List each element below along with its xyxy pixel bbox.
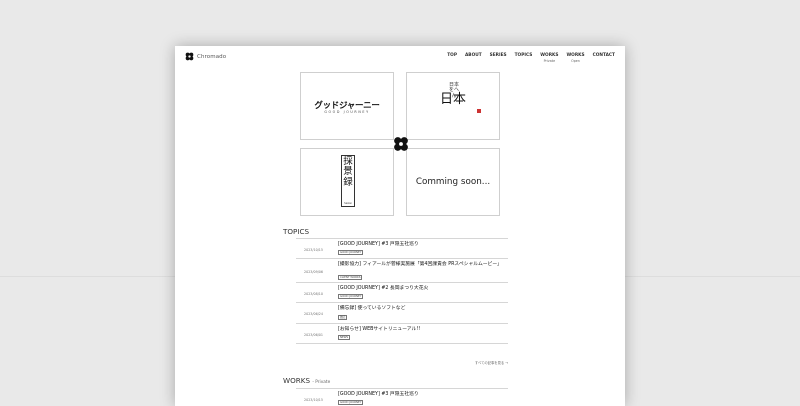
site-header: Chromado TOP ABOUT SERIES TOPICS WORKS Pr…	[175, 46, 625, 70]
website-preview: Chromado TOP ABOUT SERIES TOPICS WORKS Pr…	[175, 46, 625, 406]
view-all-topics-link[interactable]: すべての記事を見る →	[455, 360, 508, 365]
series-tile-saikei[interactable]: 採景録 Saikei	[300, 148, 394, 216]
item-title[interactable]: [GOOD JOURNEY] #2 長岡まつり大花火	[338, 286, 508, 292]
nav-works-open-sub: Open	[571, 58, 580, 63]
list-item[interactable]: 2023/10/15 [GOOD JOURNEY] #3 戸隠五社巡り GOOD…	[296, 388, 508, 406]
good-journey-logo-subtext: GOOD JOURNEY	[324, 110, 370, 114]
logo-text: Chromado	[197, 53, 227, 60]
nihon-logo-text: 日本	[440, 92, 467, 107]
item-title[interactable]: [備忘録] 使っているソフトなど	[338, 306, 508, 312]
topics-heading: TOPICS	[283, 227, 309, 236]
works-heading-text: WORKS	[283, 376, 311, 385]
item-title[interactable]: [お知らせ] WEBサイトリニューアル!!	[338, 327, 508, 333]
series-tile-nihon[interactable]: 日本をへん 日本	[406, 72, 500, 140]
item-date: 2023/06/24	[304, 312, 324, 316]
nav-works-private-sub: Private	[543, 58, 556, 63]
main-nav: TOP ABOUT SERIES TOPICS WORKS Private WOR…	[447, 53, 615, 63]
nav-about-label: ABOUT	[464, 53, 482, 58]
series-tiles: グッドジャーニー GOOD JOURNEY 日本をへん 日本 採景録 Saike…	[300, 72, 502, 218]
nav-topics[interactable]: TOPICS	[514, 53, 533, 59]
item-date: 2023/08/10	[304, 291, 324, 296]
item-tag[interactable]: 雑記	[338, 314, 348, 320]
coming-soon-text: Comming soon...	[415, 177, 491, 187]
chromado-logo-icon	[185, 52, 194, 61]
topics-list: 2023/10/15 [GOOD JOURNEY] #3 戸隠五社巡り GOOD…	[296, 238, 508, 344]
series-tile-coming-soon[interactable]: Comming soon...	[406, 148, 500, 216]
nav-works-private[interactable]: WORKS Private	[540, 53, 559, 63]
item-date: 2023/10/15	[304, 248, 324, 252]
item-tag[interactable]: GOOD JOURNEY	[338, 294, 364, 299]
item-tag[interactable]: GOOD JOURNEY	[338, 399, 364, 405]
item-date: 2023/10/15	[304, 398, 324, 402]
saikei-logo-text: 採景録	[343, 156, 353, 188]
nav-series-label: SERIES	[489, 53, 507, 58]
saikei-logo: 採景録 Saikei	[341, 155, 355, 207]
list-item[interactable]: 2023/09/06 [撮影協力] フィアールが菅様実施展「第4回課責会 PRス…	[296, 259, 508, 283]
nav-topics-label: TOPICS	[514, 53, 533, 58]
item-title[interactable]: [撮影協力] フィアールが菅様実施展「第4回課責会 PRスペシャルムービー」	[338, 262, 508, 268]
works-heading-sub: - Private	[312, 380, 331, 385]
item-date: 2023/09/06	[304, 269, 324, 274]
series-tile-good-journey[interactable]: グッドジャーニー GOOD JOURNEY	[300, 72, 394, 140]
item-title[interactable]: [GOOD JOURNEY] #3 戸隠五社巡り	[338, 392, 508, 398]
nav-works-open[interactable]: WORKS Open	[566, 53, 585, 63]
item-tag[interactable]: CLIENT WORKS	[338, 274, 363, 280]
topics-heading-text: TOPICS	[283, 227, 310, 236]
nav-contact-label: CONTACT	[592, 53, 615, 58]
red-seal-icon	[477, 109, 481, 113]
item-tag[interactable]: GOOD JOURNEY	[338, 249, 364, 255]
list-item[interactable]: 2023/06/01 [お知らせ] WEBサイトリニューアル!! NEWS	[296, 324, 508, 344]
logo[interactable]: Chromado	[185, 52, 226, 61]
works-list: 2023/10/15 [GOOD JOURNEY] #3 戸隠五社巡り GOOD…	[296, 388, 508, 406]
nav-works-open-label: WORKS	[566, 53, 585, 58]
nav-series[interactable]: SERIES	[489, 53, 507, 59]
saikei-logo-subtext: Saikei	[344, 202, 352, 205]
nav-contact[interactable]: CONTACT	[592, 53, 615, 59]
list-item[interactable]: 2023/08/10 [GOOD JOURNEY] #2 長岡まつり大花火 GO…	[296, 283, 508, 303]
list-item[interactable]: 2023/10/15 [GOOD JOURNEY] #3 戸隠五社巡り GOOD…	[296, 238, 508, 259]
list-item[interactable]: 2023/06/24 [備忘録] 使っているソフトなど 雑記	[296, 303, 508, 324]
works-heading: WORKS - Private	[283, 376, 330, 385]
nav-about[interactable]: ABOUT	[464, 53, 482, 59]
nav-top[interactable]: TOP	[447, 53, 457, 59]
item-title[interactable]: [GOOD JOURNEY] #3 戸隠五社巡り	[338, 242, 508, 248]
nav-works-private-label: WORKS	[540, 53, 559, 58]
nav-top-label: TOP	[447, 53, 457, 58]
item-tag[interactable]: NEWS	[338, 335, 351, 340]
item-date: 2023/06/01	[304, 332, 324, 337]
center-clover-icon	[393, 136, 409, 156]
